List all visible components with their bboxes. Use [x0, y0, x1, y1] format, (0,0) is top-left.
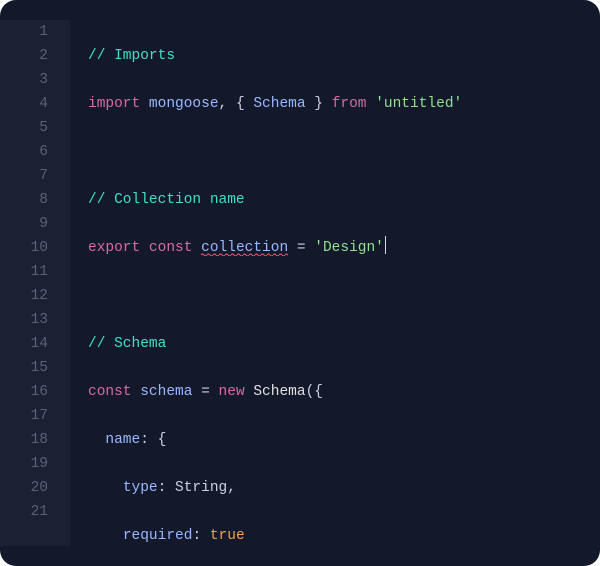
code-line: const schema = new Schema({ [88, 380, 600, 404]
comment: // Collection name [88, 192, 245, 208]
line-number: 7 [0, 164, 48, 188]
code-area[interactable]: // Imports import mongoose, { Schema } f… [70, 20, 600, 546]
ident-collection-error: collection [201, 240, 288, 256]
punct-brace-close: } [314, 96, 323, 112]
comment: // Imports [88, 48, 175, 64]
prop-required: required [123, 528, 193, 544]
keyword-from: from [332, 96, 367, 112]
text-cursor [385, 236, 386, 254]
line-number: 9 [0, 212, 48, 236]
punct-comma: , [227, 480, 236, 496]
line-number: 17 [0, 404, 48, 428]
line-number: 20 [0, 476, 48, 500]
punct-equals: = [201, 384, 210, 400]
line-number: 21 [0, 500, 48, 524]
punct-equals: = [297, 240, 306, 256]
keyword-const: const [88, 384, 132, 400]
line-number: 19 [0, 452, 48, 476]
line-number: 14 [0, 332, 48, 356]
ident-schema-ctor: Schema [253, 384, 305, 400]
code-line: required: true [88, 524, 600, 548]
code-line: type: String, [88, 476, 600, 500]
code-line: // Collection name [88, 188, 600, 212]
keyword-import: import [88, 96, 140, 112]
code-line [88, 284, 600, 308]
type-string: String [175, 480, 227, 496]
string-design: 'Design' [314, 240, 384, 256]
line-number: 3 [0, 68, 48, 92]
line-number: 8 [0, 188, 48, 212]
code-editor: 1 2 3 4 5 6 7 8 9 10 11 12 13 14 15 16 1… [0, 0, 600, 566]
code-line: // Imports [88, 44, 600, 68]
punct-brace-open: { [158, 432, 167, 448]
keyword-export: export [88, 240, 140, 256]
line-number: 15 [0, 356, 48, 380]
string-untitled: 'untitled' [375, 96, 462, 112]
code-line: import mongoose, { Schema } from 'untitl… [88, 92, 600, 116]
line-number: 16 [0, 380, 48, 404]
line-number: 2 [0, 44, 48, 68]
code-line [88, 140, 600, 164]
line-number: 5 [0, 116, 48, 140]
line-number: 18 [0, 428, 48, 452]
punct-brace-open: { [236, 96, 245, 112]
prop-type: type [123, 480, 158, 496]
prop-name: name [105, 432, 140, 448]
line-number: 13 [0, 308, 48, 332]
punct-colon: : [140, 432, 149, 448]
line-number: 12 [0, 284, 48, 308]
line-number: 4 [0, 92, 48, 116]
line-number: 6 [0, 140, 48, 164]
code-line: name: { [88, 428, 600, 452]
line-number-gutter: 1 2 3 4 5 6 7 8 9 10 11 12 13 14 15 16 1… [0, 20, 70, 546]
comment: // Schema [88, 336, 166, 352]
punct-colon: : [158, 480, 167, 496]
code-line: // Schema [88, 332, 600, 356]
line-number: 1 [0, 20, 48, 44]
code-line: export const collection = 'Design' [88, 236, 600, 260]
keyword-new: new [219, 384, 245, 400]
punct-colon: : [192, 528, 201, 544]
line-number: 11 [0, 260, 48, 284]
ident-schema: Schema [253, 96, 305, 112]
ident-schema: schema [140, 384, 192, 400]
keyword-const: const [149, 240, 193, 256]
line-number: 10 [0, 236, 48, 260]
ident-mongoose: mongoose [149, 96, 219, 112]
punct-comma: , [219, 96, 228, 112]
punct-paren-brace-open: ({ [306, 384, 323, 400]
bool-true: true [210, 528, 245, 544]
